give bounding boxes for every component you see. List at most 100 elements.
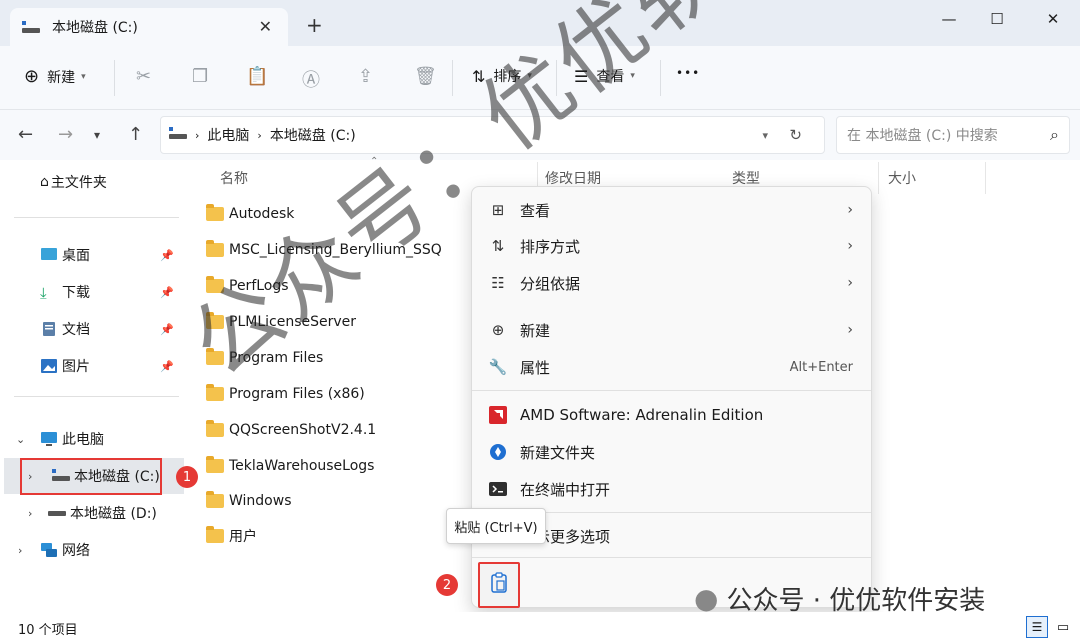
chevron-right-icon[interactable]: ›	[18, 544, 22, 557]
step-badge-2: 2	[436, 574, 458, 596]
more-button[interactable]: •••	[676, 66, 700, 80]
chevron-down-icon: ▾	[527, 71, 532, 81]
sidebar-item-pictures[interactable]: 图片 📌	[0, 348, 184, 384]
sidebar-item-label: 下载	[62, 285, 90, 301]
list-item[interactable]: QQScreenShotV2.4.1	[206, 412, 376, 448]
sidebar-item-desktop[interactable]: 桌面 📌	[0, 237, 184, 273]
search-icon: ⌕	[1050, 125, 1059, 144]
chevron-down-icon[interactable]: ⌄	[16, 433, 25, 446]
sort-icon: ⇅	[491, 237, 505, 255]
list-item[interactable]: Windows	[206, 483, 292, 519]
close-window-button[interactable]: ✕	[1030, 6, 1076, 32]
menu-divider	[472, 557, 871, 558]
view-button[interactable]: ☰ 查看 ▾	[574, 66, 635, 86]
file-name: MSC_Licensing_Beryllium_SSQ	[229, 242, 442, 258]
menu-item-view[interactable]: ⊞ 查看 ›	[472, 192, 871, 228]
list-item[interactable]: PLMLicenseServer	[206, 304, 356, 340]
sidebar-item-label: 此电脑	[62, 432, 104, 448]
refresh-icon[interactable]: ↻	[789, 126, 802, 144]
breadcrumb-chevron-icon: ›	[257, 128, 262, 142]
sidebar-item-home[interactable]: ⌂ 主文件夹	[0, 164, 184, 200]
paste-icon[interactable]: 📋	[246, 66, 268, 87]
paste-button[interactable]	[478, 562, 520, 608]
share-icon[interactable]: ⇪	[358, 66, 373, 87]
corner-watermark: ● 公众号 · 优优软件安装	[694, 580, 985, 617]
tiles-view-icon[interactable]: ▭	[1052, 616, 1074, 638]
rename-icon[interactable]: Ⓐ	[302, 66, 320, 92]
breadcrumb-this-pc[interactable]: 此电脑	[207, 125, 249, 145]
column-header-date[interactable]: 修改日期	[545, 168, 601, 188]
menu-item-new[interactable]: ⊕ 新建 ›	[472, 312, 871, 348]
list-item[interactable]: Program Files	[206, 340, 323, 376]
pin-icon[interactable]: 📌	[160, 249, 174, 262]
address-input[interactable]: › 此电脑 › 本地磁盘 (C:) ▾ ↻	[160, 116, 825, 154]
chevron-right-icon: ›	[847, 238, 853, 254]
new-button[interactable]: ⊕ 新建 ▾	[24, 66, 86, 87]
file-name: Program Files	[229, 350, 324, 366]
sidebar-item-drive-d[interactable]: › 本地磁盘 (D:)	[0, 495, 184, 531]
toolbar-divider	[660, 60, 661, 96]
up-arrow-icon[interactable]: ↑	[128, 124, 143, 145]
column-divider	[878, 162, 879, 194]
sidebar-item-network[interactable]: › 网络	[0, 532, 184, 568]
search-input[interactable]: 在 本地磁盘 (C:) 中搜索 ⌕	[836, 116, 1070, 154]
pin-icon[interactable]: 📌	[160, 286, 174, 299]
sidebar-item-this-pc[interactable]: ⌄ 此电脑	[0, 421, 184, 457]
pin-icon[interactable]: 📌	[160, 360, 174, 373]
list-item[interactable]: Program Files (x86)	[206, 376, 365, 412]
chevron-right-icon[interactable]: ›	[28, 507, 32, 520]
minimize-button[interactable]: —	[926, 6, 972, 32]
list-item[interactable]: 用户	[206, 518, 257, 554]
column-divider	[985, 162, 986, 194]
list-item[interactable]: Autodesk	[206, 196, 294, 232]
menu-item-label: 排序方式	[520, 237, 581, 256]
delete-icon[interactable]: 🗑	[414, 66, 437, 87]
sort-button[interactable]: ⇅ 排序 ▾	[472, 66, 532, 86]
plus-circle-icon: ⊕	[491, 321, 505, 339]
maximize-button[interactable]: ☐	[974, 6, 1020, 32]
column-header-name[interactable]: 名称	[220, 168, 248, 188]
cut-icon[interactable]: ✂	[136, 66, 151, 87]
file-name: PerfLogs	[229, 278, 289, 294]
sidebar-item-label: 网络	[62, 543, 90, 559]
grid-icon: ⊞	[491, 201, 505, 219]
menu-item-properties[interactable]: 🔧 属性 Alt+Enter	[472, 349, 871, 385]
list-item[interactable]: MSC_Licensing_Beryllium_SSQ	[206, 232, 442, 268]
sidebar-item-label: 桌面	[62, 248, 90, 264]
context-menu: ⊞ 查看 › ⇅ 排序方式 › ☷ 分组依据 › ⊕ 新建 › 🔧 属性 Alt…	[471, 186, 872, 608]
breadcrumb-local-disk[interactable]: 本地磁盘 (C:)	[270, 125, 356, 145]
menu-item-terminal[interactable]: 在终端中打开	[472, 471, 871, 507]
sort-icon: ⇅	[472, 66, 486, 86]
column-header-type[interactable]: 类型	[732, 168, 760, 188]
list-item[interactable]: PerfLogs	[206, 268, 289, 304]
column-header-size[interactable]: 大小	[888, 168, 916, 188]
dropdown-chevron-icon[interactable]: ▾	[762, 129, 768, 142]
list-item[interactable]: TeklaWarehouseLogs	[206, 448, 374, 484]
new-tab-button[interactable]: +	[306, 13, 323, 37]
pin-icon[interactable]: 📌	[160, 323, 174, 336]
menu-item-amd[interactable]: AMD Software: Adrenalin Edition	[472, 397, 871, 433]
back-arrow-icon[interactable]: ←	[18, 124, 33, 145]
sort-up-chevron-icon: ⌃	[370, 156, 379, 167]
close-tab-icon[interactable]: ✕	[259, 17, 272, 36]
menu-item-label: 新建文件夹	[520, 443, 596, 462]
folder-icon	[206, 312, 224, 329]
corner-watermark-text: 公众号 · 优优软件安装	[726, 586, 986, 616]
chevron-right-icon: ›	[847, 322, 853, 338]
menu-item-sort[interactable]: ⇅ 排序方式 ›	[472, 228, 871, 264]
file-name: PLMLicenseServer	[229, 314, 357, 330]
recent-chevron-icon[interactable]: ▾	[94, 128, 100, 142]
forward-arrow-icon[interactable]: →	[58, 124, 73, 145]
menu-item-group[interactable]: ☷ 分组依据 ›	[472, 265, 871, 301]
menu-item-label: 查看	[520, 201, 551, 220]
menu-item-new-folder[interactable]: 新建文件夹	[472, 434, 871, 470]
drive-icon	[169, 126, 187, 144]
toolbar-divider	[556, 60, 557, 96]
sidebar-item-documents[interactable]: 文档 📌	[0, 311, 184, 347]
tab-local-disk-c[interactable]: 本地磁盘 (C:) ✕	[10, 8, 288, 46]
copy-icon[interactable]: ❐	[192, 66, 208, 87]
details-view-icon[interactable]: ☰	[1026, 616, 1048, 638]
menu-item-label: 在终端中打开	[520, 480, 611, 499]
sidebar-item-downloads[interactable]: ⤓ 下载 📌	[0, 274, 184, 310]
menu-item-label: 分组依据	[520, 274, 581, 293]
